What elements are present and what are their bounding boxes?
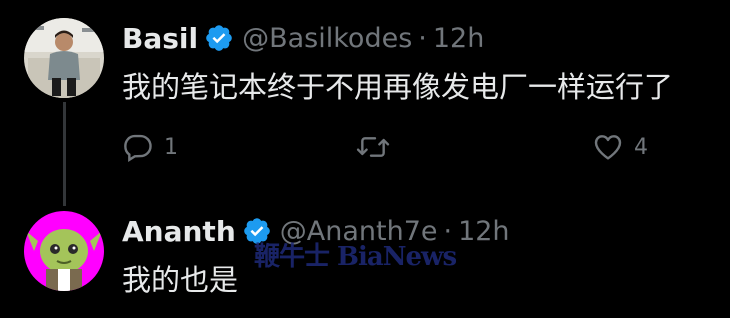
display-name[interactable]: Basil: [122, 22, 198, 55]
verified-badge-icon: [204, 23, 234, 53]
retweet-button[interactable]: [355, 130, 401, 164]
like-button[interactable]: 4: [592, 130, 648, 164]
tweet-text: 我的笔记本终于不用再像发电厂一样运行了: [122, 70, 674, 104]
thread-connector-line: [63, 102, 66, 206]
heart-icon: [594, 135, 622, 160]
watermark: 鞭牛士 BiaNews: [254, 242, 457, 272]
retweet-icon: [356, 137, 390, 157]
reply-count: 1: [164, 134, 178, 160]
tweet-text: 我的也是: [122, 263, 239, 297]
like-count: 4: [634, 134, 648, 160]
avatar-basil[interactable]: [24, 18, 104, 98]
reply-icon: [124, 134, 152, 162]
avatar-ananth[interactable]: [24, 211, 104, 291]
display-name[interactable]: Ananth: [122, 215, 236, 248]
timestamp[interactable]: 12h: [458, 216, 509, 247]
tweet-header: Basil @Basilkodes · 12h: [122, 20, 484, 56]
reply-button[interactable]: 1: [122, 130, 178, 164]
separator-dot: ·: [418, 22, 427, 54]
user-handle[interactable]: @Basilkodes: [242, 23, 412, 54]
timestamp[interactable]: 12h: [433, 23, 484, 54]
